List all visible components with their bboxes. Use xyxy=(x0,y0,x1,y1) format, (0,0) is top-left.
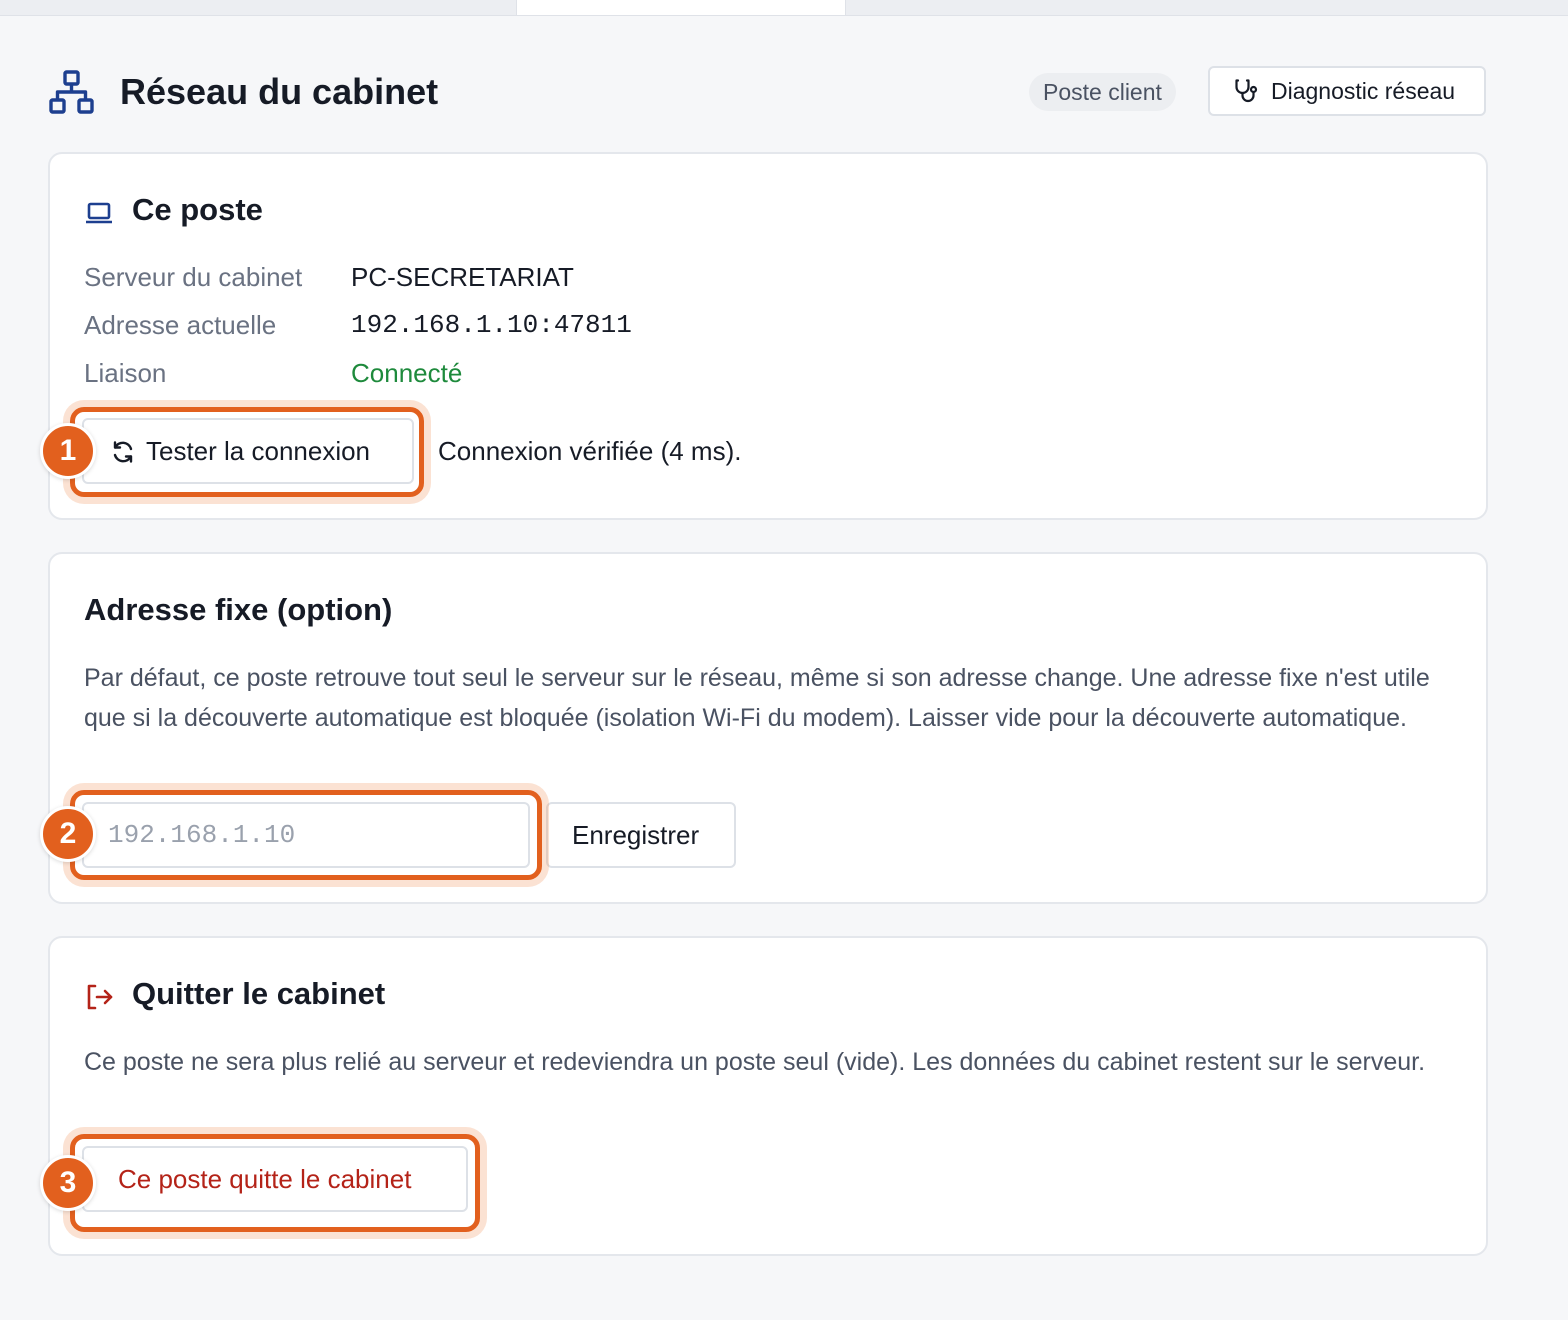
link-label: Liaison xyxy=(84,358,167,388)
link-status-value: Connecté xyxy=(351,358,463,388)
fixed-address-input[interactable] xyxy=(82,802,530,868)
fixed-address-card: Adresse fixe (option) Par défaut, ce pos… xyxy=(48,552,1488,904)
diagnostic-button-label: Diagnostic réseau xyxy=(1271,78,1456,104)
top-tab-strip xyxy=(0,0,1568,16)
page-title: Réseau du cabinet xyxy=(120,71,439,112)
this-station-card: Ce poste Serveur du cabinet PC-SECRETARI… xyxy=(48,152,1488,520)
role-chip: Poste client xyxy=(1029,73,1176,111)
server-label: Serveur du cabinet xyxy=(84,262,303,292)
leave-cabinet-card: Quitter le cabinet Ce poste ne sera plus… xyxy=(48,936,1488,1256)
address-value: 192.168.1.10:47811 xyxy=(351,310,632,340)
active-tab[interactable] xyxy=(516,0,846,15)
server-value: PC-SECRETARIAT xyxy=(351,262,574,292)
network-icon xyxy=(49,70,94,114)
laptop-icon xyxy=(86,202,112,224)
annotation-badge-1: 1 xyxy=(40,423,96,479)
annotation-badge-3: 3 xyxy=(40,1155,96,1211)
leave-cabinet-button[interactable]: Ce poste quitte le cabinet xyxy=(82,1146,468,1212)
stethoscope-icon xyxy=(1235,79,1258,103)
test-connection-button[interactable]: Tester la connexion xyxy=(82,418,414,484)
address-label: Adresse actuelle xyxy=(84,310,277,340)
fixed-address-description: Par défaut, ce poste retrouve tout seul … xyxy=(84,664,1430,732)
test-result-text: Connexion vérifiée (4 ms). xyxy=(438,436,742,466)
this-station-title: Ce poste xyxy=(132,192,263,227)
save-button[interactable]: Enregistrer xyxy=(546,802,736,868)
refresh-icon xyxy=(113,441,133,463)
logout-icon xyxy=(87,984,113,1010)
annotation-badge-2: 2 xyxy=(40,806,96,862)
leave-cabinet-button-label: Ce poste quitte le cabinet xyxy=(118,1164,412,1194)
fixed-address-title: Adresse fixe (option) xyxy=(84,592,393,627)
page-header: Réseau du cabinet Poste client Diagnosti… xyxy=(48,66,1488,118)
save-button-label: Enregistrer xyxy=(572,820,700,850)
test-connection-label: Tester la connexion xyxy=(146,436,371,466)
diagnostic-button[interactable]: Diagnostic réseau xyxy=(1208,66,1486,116)
leave-cabinet-title: Quitter le cabinet xyxy=(132,976,386,1011)
leave-cabinet-description: Ce poste ne sera plus relié au serveur e… xyxy=(84,1048,1426,1076)
